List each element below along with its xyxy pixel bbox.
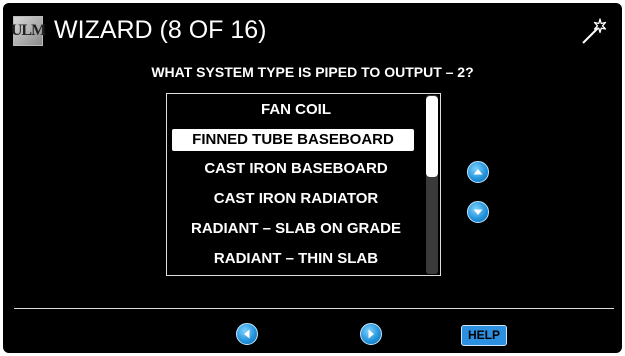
logo-text: ULM	[10, 22, 46, 39]
list-item-radiant-thin-slab[interactable]: RADIANT – THIN SLAB	[167, 248, 425, 270]
scrollbar-thumb[interactable]	[426, 96, 438, 177]
list-item-cast-iron-radiator[interactable]: CAST IRON RADIATOR	[167, 188, 425, 210]
system-type-list[interactable]: FAN COIL FINNED TUBE BASEBOARD CAST IRON…	[166, 93, 441, 276]
chevron-left-icon	[244, 329, 250, 339]
scroll-down-button[interactable]	[467, 201, 489, 223]
help-button[interactable]: HELP	[461, 325, 507, 346]
back-button[interactable]	[236, 323, 258, 345]
footer-divider	[14, 308, 614, 309]
page-title: WIZARD (8 OF 16)	[54, 16, 267, 44]
next-button[interactable]	[360, 323, 382, 345]
chevron-right-icon	[368, 329, 374, 339]
scroll-up-button[interactable]	[467, 161, 489, 183]
list-item-finned-tube-baseboard[interactable]: FINNED TUBE BASEBOARD	[172, 129, 414, 151]
brand-logo: ULM	[10, 16, 46, 46]
chevron-up-icon	[473, 169, 483, 175]
list-item-radiant-slab-on-grade[interactable]: RADIANT – SLAB ON GRADE	[167, 218, 425, 240]
question-text: WHAT SYSTEM TYPE IS PIPED TO OUTPUT – 2?	[151, 64, 474, 80]
list-item-cast-iron-baseboard[interactable]: CAST IRON BASEBOARD	[167, 158, 425, 180]
list-item-fan-coil[interactable]: FAN COIL	[167, 99, 425, 121]
chevron-down-icon	[473, 209, 483, 215]
magic-wand-icon[interactable]	[579, 16, 609, 46]
wizard-screen: ULM WIZARD (8 OF 16) WHAT SYSTEM TYPE IS…	[3, 3, 622, 353]
